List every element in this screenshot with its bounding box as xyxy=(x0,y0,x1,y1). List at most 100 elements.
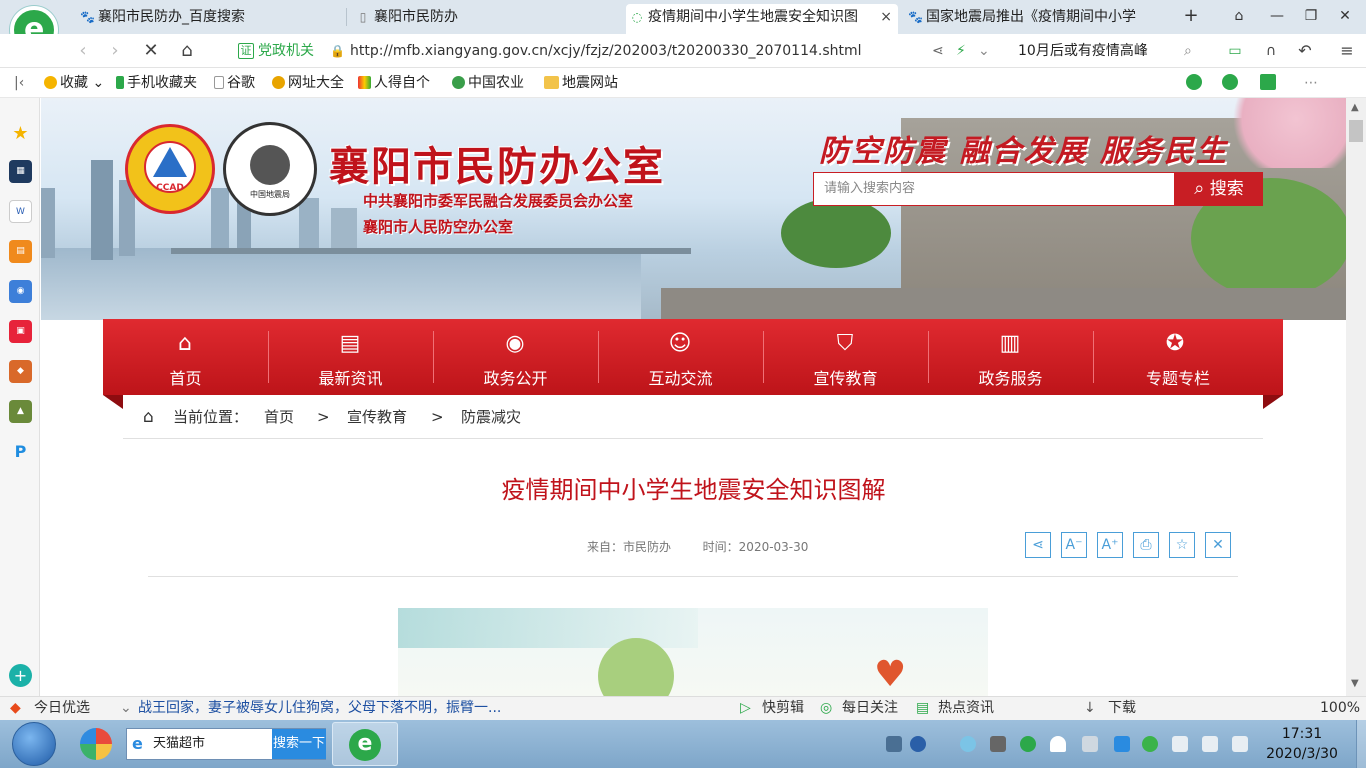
guard-icon[interactable] xyxy=(1142,736,1158,752)
monitor-icon[interactable] xyxy=(1082,736,1098,752)
battery-icon[interactable]: ▭ xyxy=(1224,40,1246,62)
font-decrease-icon[interactable]: A⁻ xyxy=(1061,532,1087,558)
tab-baidu[interactable]: 🐾 襄阳市民防办_百度搜索 xyxy=(76,4,344,34)
hot-button[interactable]: 热点资讯 xyxy=(938,697,994,719)
zoom-level[interactable]: 100% xyxy=(1320,697,1360,719)
page-scrollbar[interactable]: ▲ ▼ xyxy=(1346,98,1366,696)
star-icon: ✪ xyxy=(1165,331,1185,356)
browser-tray-icon[interactable] xyxy=(1020,736,1036,752)
search-box[interactable]: 10月后或有疫情高峰 ⌕ xyxy=(1008,38,1208,64)
paw-icon: 🐾 xyxy=(908,10,923,24)
taskbar-clock[interactable]: 17:31 2020/3/30 xyxy=(1262,724,1342,764)
news-ticker[interactable]: 战王回家，妻子被辱女儿住狗窝，父母下落不明，振臂一... xyxy=(138,697,501,719)
home-icon[interactable]: ⌂ xyxy=(176,40,198,62)
bookmark-renzige[interactable]: 人得自个 xyxy=(358,74,430,92)
download-button[interactable]: 下载 xyxy=(1108,697,1136,719)
game-icon[interactable] xyxy=(1260,74,1279,93)
help-icon[interactable] xyxy=(910,736,926,752)
close-icon[interactable]: ✕ xyxy=(1205,532,1231,558)
site-slogan: 防空防震 融合发展 服务民生 xyxy=(819,134,1228,169)
tab-mfb[interactable]: ▯ 襄阳市民防办 xyxy=(352,4,622,34)
taskbar-search[interactable]: e 天猫超市 搜索一下 xyxy=(126,728,326,760)
novel-app-icon[interactable]: ▤ xyxy=(9,240,32,263)
game2-app-icon[interactable]: ◆ xyxy=(9,360,32,383)
nav-item-special[interactable]: ✪ 专题专栏 xyxy=(1093,319,1263,395)
tab-active-article[interactable]: ◌ 疫情期间中小学生地震安全知识图 × xyxy=(626,4,898,34)
scrollbar-thumb[interactable] xyxy=(1349,120,1363,142)
breadcrumb-quake[interactable]: 防震减灾 xyxy=(461,395,521,439)
today-picks[interactable]: 今日优选 xyxy=(34,697,90,719)
favorites-star-icon[interactable]: ★ xyxy=(9,122,32,145)
nav-item-news[interactable]: ▤ 最新资讯 xyxy=(268,319,433,395)
tab-label: 国家地震局推出《疫情期间中小学 xyxy=(926,9,1136,25)
bookmark-favorites[interactable]: 收藏 ⌄ xyxy=(44,74,104,92)
nav-item-interact[interactable]: ☺ 互动交流 xyxy=(598,319,763,395)
restore-icon[interactable]: ❐ xyxy=(1300,6,1322,26)
security-icon[interactable] xyxy=(1114,736,1130,752)
bookmark-agri[interactable]: 中国农业 xyxy=(452,74,524,92)
bolt-icon[interactable]: ⚡ xyxy=(956,38,966,64)
menu-icon[interactable]: ≡ xyxy=(1336,40,1358,62)
share-icon[interactable]: ⋖ xyxy=(932,38,944,64)
font-increase-icon[interactable]: A⁺ xyxy=(1097,532,1123,558)
nav-item-service[interactable]: ▥ 政务服务 xyxy=(928,319,1093,395)
nav-item-home[interactable]: ⌂ 首页 xyxy=(103,319,268,395)
clip-button[interactable]: 快剪辑 xyxy=(762,697,804,719)
close-window-icon[interactable]: ✕ xyxy=(1334,6,1356,26)
stop-icon[interactable]: ✕ xyxy=(140,40,162,62)
more-icon[interactable]: ⋯ xyxy=(1304,74,1318,92)
bookmark-quake[interactable]: 地震网站 xyxy=(544,74,618,92)
url-field[interactable]: 证 党政机关 🔒 http://mfb.xiangyang.gov.cn/xcj… xyxy=(228,38,1008,64)
game3-app-icon[interactable]: ▲ xyxy=(9,400,32,423)
browser-taskbar-app[interactable]: e xyxy=(332,722,398,766)
breadcrumb-home[interactable]: 首页 xyxy=(264,395,294,439)
money-icon[interactable] xyxy=(1222,74,1241,93)
game-app-icon[interactable]: ◉ xyxy=(9,280,32,303)
bookmark-google[interactable]: 谷歌 xyxy=(214,74,255,92)
signal-icon[interactable] xyxy=(1172,736,1188,752)
network-icon[interactable] xyxy=(1202,736,1218,752)
back-icon[interactable]: ‹ xyxy=(72,40,94,62)
forward-icon[interactable]: › xyxy=(104,40,126,62)
bookmark-mobile[interactable]: 手机收藏夹 xyxy=(116,74,197,92)
print-icon[interactable]: ⎙ xyxy=(1133,532,1159,558)
breadcrumb-education[interactable]: 宣传教育 xyxy=(347,395,407,439)
taskbar-search-button[interactable]: 搜索一下 xyxy=(272,729,326,759)
tab-cea[interactable]: 🐾 国家地震局推出《疫情期间中小学 xyxy=(904,4,1154,34)
bell-icon[interactable] xyxy=(1050,736,1066,752)
p-app-icon[interactable]: P xyxy=(9,440,32,463)
redbook-app-icon[interactable]: ▣ xyxy=(9,320,32,343)
search-icon[interactable]: ⌕ xyxy=(1184,38,1192,64)
word-doc-icon[interactable]: W xyxy=(9,200,32,223)
volume-icon[interactable] xyxy=(1232,736,1248,752)
minimize-icon[interactable]: — xyxy=(1266,6,1288,26)
status-bar: ◆ 今日优选 ⌄ 战王回家，妻子被辱女儿住狗窝，父母下落不明，振臂一... ▷ … xyxy=(0,696,1366,720)
close-tab-icon[interactable]: × xyxy=(880,4,892,30)
bookmark-portal[interactable]: 网址大全 xyxy=(272,74,344,92)
share-icon[interactable]: ⋖ xyxy=(1025,532,1051,558)
pinned-app-icon[interactable] xyxy=(80,728,112,760)
sidebar-toggle-icon[interactable]: |‹ xyxy=(14,74,24,92)
ime-icon[interactable] xyxy=(960,736,976,752)
shirt-icon[interactable]: ⌂ xyxy=(1228,6,1250,26)
news-app-icon[interactable]: ▦ xyxy=(9,160,32,183)
undo-icon[interactable]: ↶ xyxy=(1294,40,1316,62)
headphones-icon[interactable]: ∩ xyxy=(1260,40,1282,62)
new-tab-button[interactable]: + xyxy=(1180,6,1202,26)
hat-icon[interactable] xyxy=(990,736,1006,752)
follow-button[interactable]: 每日关注 xyxy=(842,697,898,719)
start-button[interactable] xyxy=(12,722,56,766)
chevron-down-icon[interactable]: ⌄ xyxy=(978,38,990,64)
site-search-button[interactable]: ⌕ 搜索 xyxy=(1175,172,1263,206)
favorite-icon[interactable]: ☆ xyxy=(1169,532,1195,558)
show-desktop-button[interactable] xyxy=(1356,720,1366,768)
chevron-down-icon[interactable]: ⌄ xyxy=(120,697,132,719)
nav-item-public[interactable]: ◉ 政务公开 xyxy=(433,319,598,395)
add-sidebar-icon[interactable]: + xyxy=(9,664,32,687)
nav-item-education[interactable]: ⛉ 宣传教育 xyxy=(763,319,928,395)
keyboard-icon[interactable] xyxy=(886,736,902,752)
site-search-input[interactable]: 请输入搜索内容 xyxy=(813,172,1175,206)
loading-icon: ◌ xyxy=(631,10,643,24)
wechat-icon[interactable] xyxy=(1186,74,1205,93)
portal-icon xyxy=(272,76,285,89)
